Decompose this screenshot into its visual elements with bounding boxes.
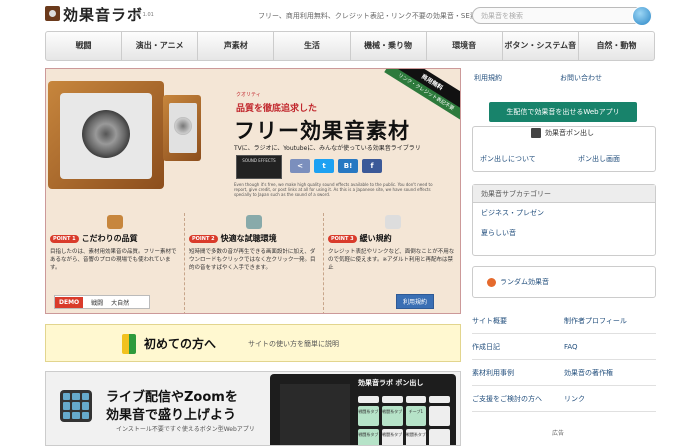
hero-subtitle: TVに、ラジオに、Youtubeに、みんなが使っている効果音ライブラリ [234,145,421,152]
live-title-2: 効果音で盛り上げよう [106,408,237,423]
twitter-icon[interactable]: t [314,159,334,173]
link-site-overview[interactable]: サイト概要 [472,316,564,326]
free-badge: 商用無料 リンク・クレジット表記不要 [384,69,460,121]
point-1: POINT 1 こだわりの品質 目指したのは、素材用効果音の品質。フリー素材である… [46,213,185,313]
link-profile[interactable]: 制作者プロフィール [564,316,656,326]
live-subtitle: インストール不要ですぐ使えるボタン型Webアプリ [116,426,255,433]
nav-item-battle[interactable]: 戦闘 [46,32,123,60]
first-title: 初めての方へ [144,337,217,351]
pad-device: 効果音ラボ ポン出し 戦闘系タブ 戦闘系タブ チーブ1 戦闘系タブ 戦闘系タブ 戦闘系タ… [270,374,456,445]
hero-english: Even though it's free, we make high qual… [234,182,433,197]
ponpop-about-link[interactable]: ポン出しについて [480,154,536,164]
share-icon[interactable]: < [290,159,310,173]
header: 効果音ラボ ver 1.01 フリー、商用利用無料、クレジット表記・リンク不要の… [0,0,700,30]
sound-counter: SOUND EFFECTS [236,155,282,179]
nav-item-voice[interactable]: 声素材 [198,32,275,60]
points-row: POINT 1 こだわりの品質 目指したのは、素材用効果音の品質。フリー素材である… [46,213,460,313]
mixer-sliders [280,384,350,445]
nav-item-button-system[interactable]: ボタン・システム音 [503,32,579,60]
link-faq[interactable]: FAQ [564,343,656,351]
random-icon [487,277,496,287]
link-copyright[interactable]: 効果音の著作権 [564,368,656,378]
speaker-logo-icon[interactable] [45,6,60,21]
link-support[interactable]: ご支援をご検討の方へ [472,394,564,404]
terms-button[interactable]: 利用規約 [396,294,435,309]
nav-item-machine[interactable]: 機械・乗り物 [351,32,427,60]
live-banner[interactable]: ライブ配信やZoomを 効果音で盛り上げよう インストール不要ですぐ使えるボタン… [45,371,461,446]
ponpop-title: 効果音ポン出し [531,128,594,138]
ponpop-screen-link[interactable]: ポン出し画面 [578,154,620,164]
first-time-banner[interactable]: 初めての方へ サイトの使い方を簡単に説明 [45,324,461,362]
hero-title: フリー効果音素材 [234,119,410,143]
speaker-icon [107,215,123,229]
nav-item-environment[interactable]: 環境音 [427,32,503,60]
mouse-icon [246,215,262,229]
page: 効果音ラボ ver 1.01 フリー、商用利用無料、クレジット表記・リンク不要の… [0,0,700,446]
subcategory-box: 効果音サブカテゴリー ビジネス・プレゼン 夏らしい音 [472,184,656,256]
hatena-icon[interactable]: B! [338,159,358,173]
document-icon [385,215,401,229]
facebook-icon[interactable]: f [362,159,382,173]
subcategory-title: 効果音サブカテゴリー [473,185,655,203]
quality-ruby: クオリティ [236,92,261,98]
link-links[interactable]: リンク [564,394,656,404]
search-button-icon[interactable] [632,6,652,26]
webapp-button[interactable]: 生配信で効果音を出せるWebアプリ [489,102,637,122]
random-link[interactable]: ランダム効果音 [500,277,549,287]
speaker-illustration [48,81,164,189]
search-placeholder: 効果音を検索 [481,12,523,20]
pad-icon [531,128,541,138]
link-usage-cases[interactable]: 素材利用事例 [472,368,564,378]
live-title-1: ライブ配信やZoomを [106,390,238,405]
link-diary[interactable]: 作成日記 [472,342,564,352]
small-speaker-illustration [163,95,201,161]
point-2: POINT 2 快適な試聴環境 短時間で多数の音が再生できる画面設計に加え、ダウン… [185,213,324,313]
contact-link[interactable]: お問い合わせ [560,73,602,83]
sidebar: 利用規約 お問い合わせ [472,68,656,83]
search-input[interactable]: 効果音を検索 [472,6,652,26]
hero-banner: クオリティ 品質を徹底追求した フリー効果音素材 TVに、ラジオに、Youtub… [45,68,461,314]
device-logo: 効果音ラボ ポン出し [358,379,424,387]
first-desc: サイトの使い方を簡単に説明 [248,340,339,348]
demo-player[interactable]: DEMO 戦闘 大自然 [54,295,150,309]
pad-grid-icon [60,390,92,422]
nav-item-nature[interactable]: 自然・動物 [579,32,654,60]
footer-links: サイト概要 制作者プロフィール 作成日記 FAQ 素材利用事例 効果音の著作権 ご支援… [472,308,656,412]
ad-label: 広告 [552,430,565,437]
pad-grid: 戦闘系タブ 戦闘系タブ チーブ1 戦闘系タブ 戦闘系タブ 戦闘系タブ [358,396,450,445]
beginner-mark-icon [122,334,136,354]
version-label: ver 1.01 [133,12,154,18]
nav-item-anime[interactable]: 演出・アニメ [122,32,199,60]
site-logo[interactable]: 効果音ラボ [63,4,143,25]
demo-item-battle[interactable]: 戦闘 [91,298,103,307]
terms-link[interactable]: 利用規約 [474,73,502,83]
subcategory-business[interactable]: ビジネス・プレゼン [473,203,655,223]
random-box[interactable]: ランダム効果音 [472,266,656,298]
demo-item-nature[interactable]: 大自然 [111,298,129,307]
subcategory-summer[interactable]: 夏らしい音 [473,223,655,243]
hero-quality: 品質を徹底追求した [236,104,318,114]
category-nav: 戦闘 演出・アニメ 声素材 生活 機械・乗り物 環境音 ボタン・システム音 自然… [45,31,655,61]
nav-item-life[interactable]: 生活 [274,32,351,60]
point-3: POINT 3 緩い規約 クレジット表記やリンクなど、面倒なことが不用なので気軽に… [324,213,460,313]
